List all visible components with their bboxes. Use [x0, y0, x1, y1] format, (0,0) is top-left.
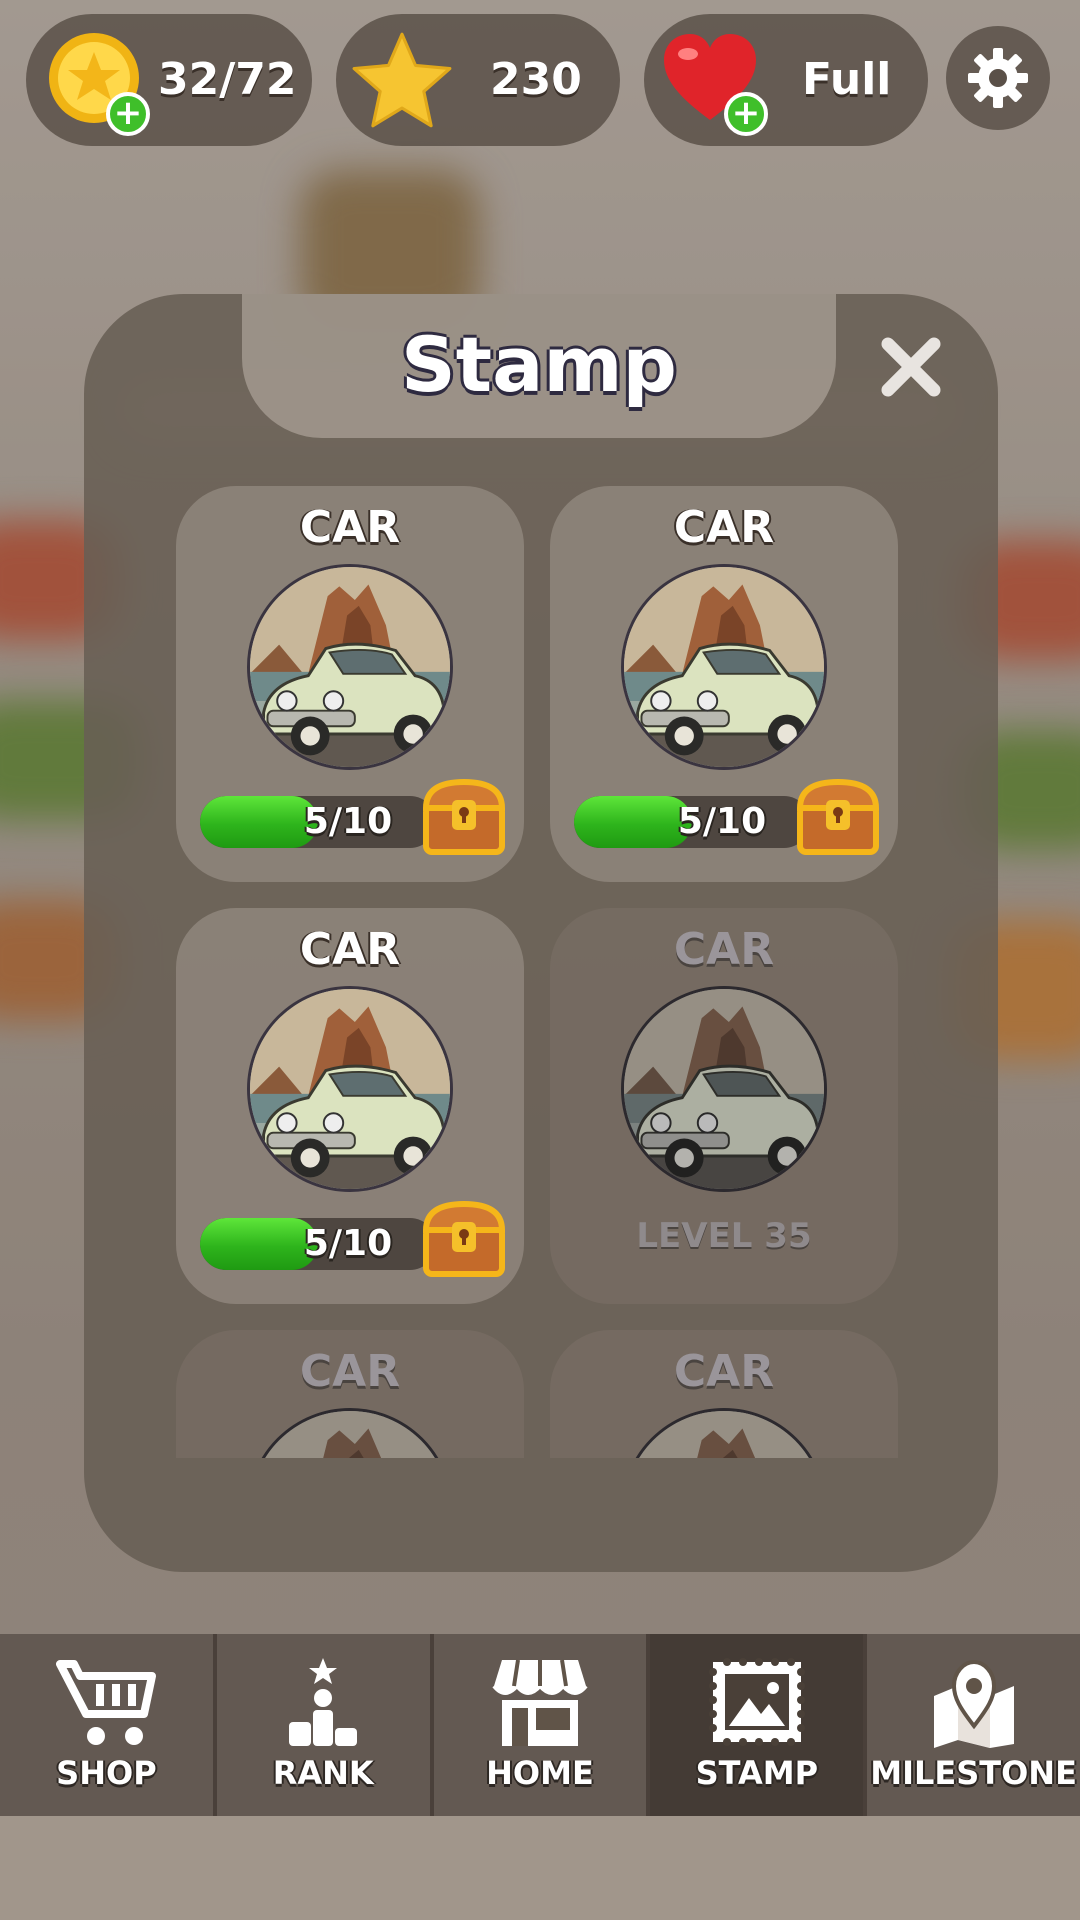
stars-value: 230	[490, 54, 582, 105]
podium-icon	[289, 1658, 358, 1746]
map-pin-icon	[933, 1659, 1014, 1748]
nav-item-shop[interactable]: SHOP	[0, 1634, 217, 1816]
treasure-chest-icon[interactable]	[422, 776, 506, 856]
star-icon	[352, 32, 452, 128]
coins-value: 32/72	[158, 54, 297, 105]
bottom-strip	[0, 1816, 1080, 1920]
progress-text: 5/10	[677, 801, 767, 842]
treasure-chest-icon[interactable]	[422, 1198, 506, 1278]
stamp-progress-bar: 5/10	[574, 796, 810, 848]
lives-value: Full	[802, 54, 892, 105]
bottom-nav: SHOP RANK HOME STAMP MILESTONE	[0, 1634, 1080, 1816]
stamp-card-locked[interactable]: CAR LEVEL 35	[550, 908, 898, 1304]
stamp-grid: CAR 5/10 CAR 5/10 CAR 5/10 CAR LEVEL 35 …	[170, 480, 910, 1458]
unlock-level-text: LEVEL 35	[636, 1216, 812, 1256]
nav-item-milestone[interactable]: MILESTONE	[867, 1634, 1080, 1816]
car-image	[247, 564, 453, 770]
nav-label: SHOP	[56, 1754, 157, 1792]
add-coins-button[interactable]: +	[106, 92, 150, 136]
nav-label: STAMP	[695, 1754, 819, 1792]
stamp-title: CAR	[299, 1346, 401, 1397]
nav-item-stamp[interactable]: STAMP	[650, 1634, 868, 1816]
stamp-card[interactable]: CAR 5/10	[550, 486, 898, 882]
nav-item-rank[interactable]: RANK	[217, 1634, 434, 1816]
car-image	[621, 986, 827, 1192]
stamp-title: CAR	[673, 502, 775, 553]
car-image	[247, 1408, 453, 1458]
nav-label: HOME	[486, 1754, 594, 1792]
car-image	[621, 1408, 827, 1458]
nav-label: MILESTONE	[870, 1754, 1077, 1792]
settings-button[interactable]	[946, 26, 1050, 130]
store-icon	[492, 1659, 588, 1746]
stamp-card-locked[interactable]: CAR	[176, 1330, 524, 1458]
gear-icon	[968, 48, 1028, 108]
stamp-card[interactable]: CAR 5/10	[176, 486, 524, 882]
stamp-card[interactable]: CAR 5/10	[176, 908, 524, 1304]
stamp-title: CAR	[673, 1346, 775, 1397]
cart-icon	[56, 1660, 157, 1745]
add-lives-button[interactable]: +	[724, 92, 768, 136]
stamp-title: CAR	[673, 924, 775, 975]
stamp-progress-bar: 5/10	[200, 796, 436, 848]
stamp-card-locked[interactable]: CAR	[550, 1330, 898, 1458]
coins-counter: + 32/72	[26, 14, 312, 146]
progress-text: 5/10	[303, 1223, 393, 1264]
car-image	[621, 564, 827, 770]
stars-counter: 230	[336, 14, 620, 146]
lives-counter: + Full	[644, 14, 928, 146]
panel-title: Stamp	[401, 320, 677, 409]
nav-label: RANK	[272, 1754, 374, 1792]
close-icon[interactable]	[876, 332, 946, 402]
progress-text: 5/10	[303, 801, 393, 842]
car-image	[247, 986, 453, 1192]
nav-item-home[interactable]: HOME	[434, 1634, 651, 1816]
stamp-title: CAR	[299, 924, 401, 975]
stamp-progress-bar: 5/10	[200, 1218, 436, 1270]
treasure-chest-icon[interactable]	[796, 776, 880, 856]
stamp-title: CAR	[299, 502, 401, 553]
stamp-icon	[708, 1658, 805, 1746]
